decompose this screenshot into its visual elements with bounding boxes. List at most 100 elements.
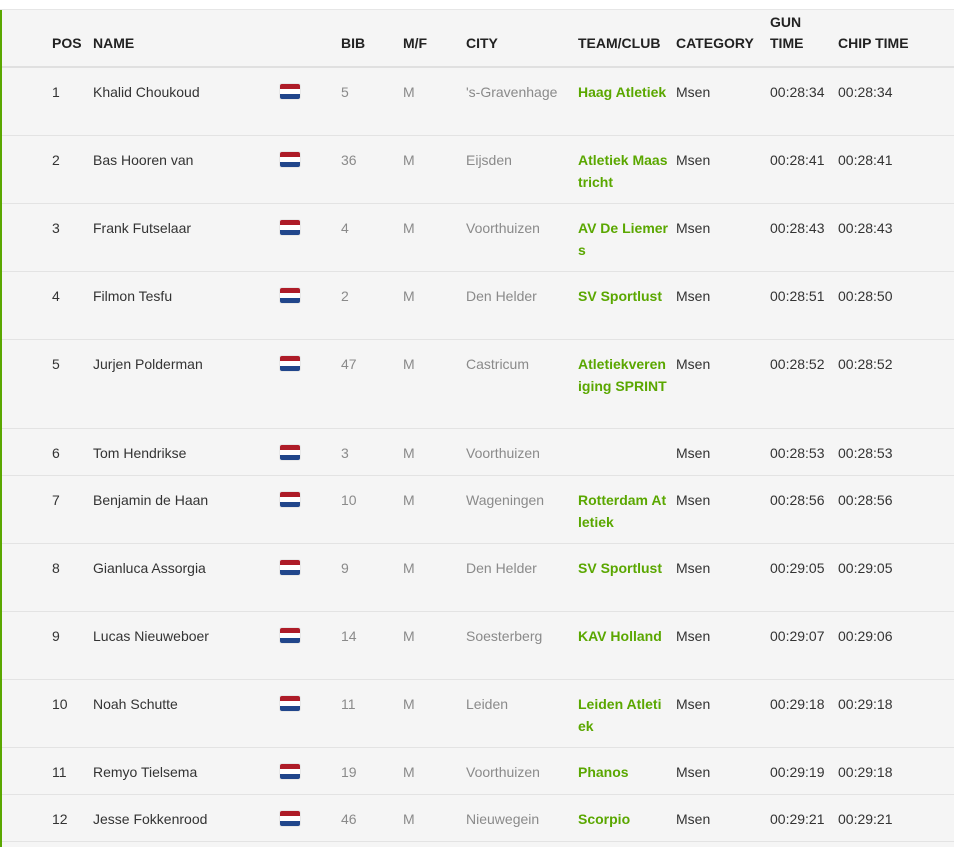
team-cell[interactable]: Phanos — [578, 762, 668, 784]
position-cell: 8 — [52, 560, 60, 576]
table-row[interactable]: 11 Remyo Tielsema 19 M Voorthuizen Phanos Msen… — [2, 748, 954, 795]
name-cell: Jurjen Polderman — [93, 356, 203, 372]
header-mf[interactable]: M/F — [403, 33, 427, 54]
table-row[interactable]: 2 Bas Hooren van 36 M Eijsden Atletiek Maastr… — [2, 136, 954, 204]
position-cell: 1 — [52, 84, 60, 100]
team-cell[interactable]: AV De Liemers — [578, 218, 668, 261]
gun-time-cell: 00:28:52 — [770, 356, 825, 372]
chip-time-cell: 00:28:50 — [838, 288, 893, 304]
table-row[interactable]: 8 Gianluca Assorgia 9 M Den Helder SV Sportlu… — [2, 544, 954, 612]
table-header: POS NAME BIB M/F CITY TEAM/CLUB CATEGORY… — [2, 10, 954, 68]
results-table: POS NAME BIB M/F CITY TEAM/CLUB CATEGORY… — [0, 10, 954, 847]
header-team[interactable]: TEAM/CLUB — [578, 33, 660, 54]
table-row[interactable]: 5 Jurjen Polderman 47 M Castricum Atletiekver… — [2, 340, 954, 429]
gun-time-cell: 00:29:05 — [770, 560, 825, 576]
category-cell: Msen — [676, 152, 711, 168]
gender-cell: M — [403, 492, 415, 508]
chip-time-cell: 00:29:18 — [838, 696, 893, 712]
netherlands-flag-icon — [280, 288, 300, 303]
bib-cell: 9 — [341, 560, 349, 576]
category-cell: Msen — [676, 445, 711, 461]
city-cell: Voorthuizen — [466, 445, 540, 461]
position-cell: 2 — [52, 152, 60, 168]
table-row[interactable]: 12 Jesse Fokkenrood 46 M Nieuwegein Scorpio Ms… — [2, 795, 954, 842]
position-cell: 4 — [52, 288, 60, 304]
team-cell[interactable]: KAV Holland — [578, 626, 668, 648]
name-cell: Lucas Nieuweboer — [93, 628, 209, 644]
table-row[interactable]: 10 Noah Schutte 11 M Leiden Leiden Atletiek Ms… — [2, 680, 954, 748]
category-cell: Msen — [676, 696, 711, 712]
gun-time-cell: 00:28:56 — [770, 492, 825, 508]
table-row[interactable]: 6 Tom Hendrikse 3 M Voorthuizen Msen 00:28:53 0… — [2, 429, 954, 476]
netherlands-flag-icon — [280, 84, 300, 99]
position-cell: 5 — [52, 356, 60, 372]
name-cell: Frank Futselaar — [93, 220, 192, 236]
gun-time-cell: 00:28:41 — [770, 152, 825, 168]
chip-time-cell: 00:29:05 — [838, 560, 893, 576]
netherlands-flag-icon — [280, 152, 300, 167]
header-bib[interactable]: BIB — [341, 33, 365, 54]
gun-time-cell: 00:29:07 — [770, 628, 825, 644]
gender-cell: M — [403, 356, 415, 372]
bib-cell: 4 — [341, 220, 349, 236]
team-cell[interactable]: SV Sportlust — [578, 558, 668, 580]
header-city[interactable]: CITY — [466, 33, 498, 54]
netherlands-flag-icon — [280, 811, 300, 826]
netherlands-flag-icon — [280, 560, 300, 575]
position-cell: 7 — [52, 492, 60, 508]
netherlands-flag-icon — [280, 356, 300, 371]
gun-time-cell: 00:28:51 — [770, 288, 825, 304]
table-row[interactable]: 9 Lucas Nieuweboer 14 M Soesterberg KAV Holla… — [2, 612, 954, 680]
netherlands-flag-icon — [280, 220, 300, 235]
team-cell[interactable]: Haag Atletiek — [578, 82, 668, 104]
name-cell: Benjamin de Haan — [93, 492, 209, 508]
gun-time-cell: 00:28:34 — [770, 84, 825, 100]
table-row[interactable]: 7 Benjamin de Haan 10 M Wageningen Rotterdam … — [2, 476, 954, 544]
header-gun-time[interactable]: GUN TIME — [770, 12, 803, 54]
team-cell[interactable]: Rotterdam Atletiek — [578, 490, 668, 533]
bib-cell: 47 — [341, 356, 357, 372]
city-cell: Nieuwegein — [466, 811, 540, 827]
position-cell: 12 — [52, 811, 68, 827]
header-gun-line1: GUN — [770, 14, 802, 30]
top-strip — [0, 0, 954, 10]
header-chip-time[interactable]: CHIP TIME — [838, 33, 909, 54]
city-cell: Castricum — [466, 356, 530, 372]
team-cell[interactable]: Scorpio — [578, 809, 668, 831]
bib-cell: 11 — [341, 696, 356, 712]
chip-time-cell: 00:28:43 — [838, 220, 893, 236]
bib-cell: 10 — [341, 492, 357, 508]
position-cell: 6 — [52, 445, 60, 461]
table-row[interactable]: 3 Frank Futselaar 4 M Voorthuizen AV De Lieme… — [2, 204, 954, 272]
header-name[interactable]: NAME — [93, 33, 134, 54]
gender-cell: M — [403, 84, 415, 100]
gender-cell: M — [403, 696, 415, 712]
category-cell: Msen — [676, 288, 711, 304]
team-cell[interactable]: Atletiekvereniging SPRINT — [578, 354, 668, 397]
chip-time-cell: 00:28:52 — [838, 356, 893, 372]
name-cell: Remyo Tielsema — [93, 764, 198, 780]
gun-time-cell: 00:29:18 — [770, 696, 825, 712]
city-cell: Voorthuizen — [466, 220, 540, 236]
city-cell: Leiden — [466, 696, 509, 712]
table-row[interactable]: 4 Filmon Tesfu 2 M Den Helder SV Sportlust Mse… — [2, 272, 954, 340]
header-category[interactable]: CATEGORY — [676, 33, 754, 54]
team-cell[interactable]: Atletiek Maastricht — [578, 150, 668, 193]
team-cell[interactable]: Leiden Atletiek — [578, 694, 668, 737]
bib-cell: 2 — [341, 288, 349, 304]
gun-time-cell: 00:28:43 — [770, 220, 825, 236]
name-cell: Jesse Fokkenrood — [93, 811, 208, 827]
team-cell[interactable]: SV Sportlust — [578, 286, 668, 308]
position-cell: 11 — [52, 764, 67, 780]
netherlands-flag-icon — [280, 628, 300, 643]
table-row[interactable]: 1 Khalid Choukoud 5 M 's-Gravenhage Haag Atle… — [2, 68, 954, 136]
netherlands-flag-icon — [280, 696, 300, 711]
gun-time-cell: 00:29:19 — [770, 764, 825, 780]
header-pos[interactable]: POS — [52, 33, 82, 54]
gender-cell: M — [403, 628, 415, 644]
category-cell: Msen — [676, 628, 711, 644]
city-cell: Eijsden — [466, 152, 512, 168]
chip-time-cell: 00:28:53 — [838, 445, 893, 461]
name-cell: Gianluca Assorgia — [93, 560, 206, 576]
name-cell: Noah Schutte — [93, 696, 178, 712]
